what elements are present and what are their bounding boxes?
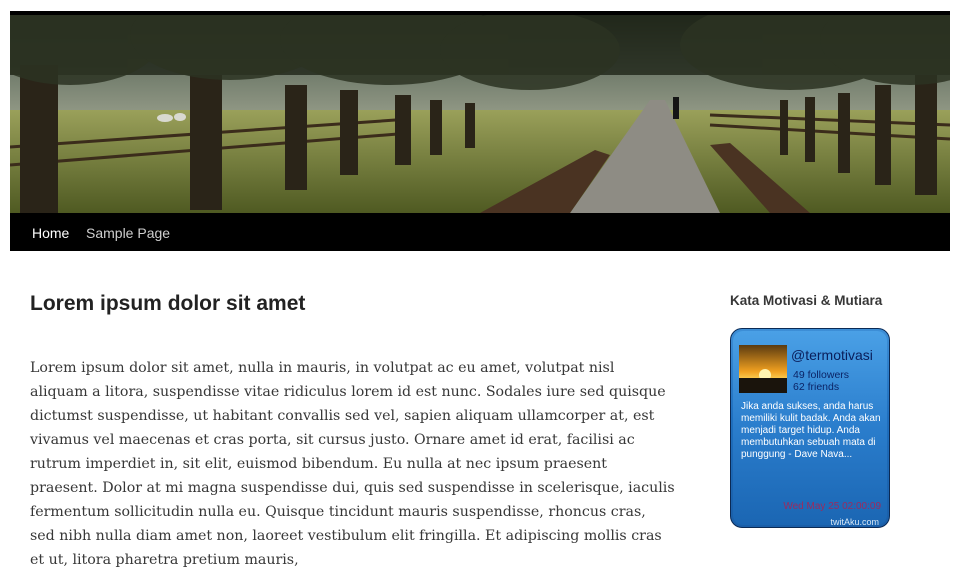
post-title[interactable]: Lorem ipsum dolor sit amet — [30, 292, 305, 316]
nav-item-home[interactable]: Home — [32, 225, 69, 241]
main-navigation: Home Sample Page — [10, 213, 950, 251]
twitter-widget: @termotivasi 49 followers 62 friends Jik… — [730, 328, 890, 528]
twitter-widget-panel: @termotivasi 49 followers 62 friends Jik… — [733, 331, 887, 527]
friends-count[interactable]: 62 friends — [793, 381, 839, 393]
tweet-text: Jika anda sukses, anda harus memiliki ku… — [741, 401, 881, 460]
twitter-handle-link[interactable]: @termotivasi — [791, 347, 873, 363]
tree-lined-path-photo-icon — [10, 15, 950, 213]
header-image[interactable] — [10, 15, 950, 213]
widget-title: Kata Motivasi & Mutiara — [730, 293, 883, 308]
followers-count[interactable]: 49 followers — [793, 369, 849, 381]
tweet-date[interactable]: Wed May 25 02:00:09 — [783, 501, 881, 512]
twitaku-brand-link[interactable]: twitAku.com — [830, 517, 879, 527]
nav-item-sample-page[interactable]: Sample Page — [86, 225, 170, 241]
sunset-avatar-icon[interactable] — [739, 345, 787, 393]
post-body: Lorem ipsum dolor sit amet, nulla in mau… — [30, 360, 675, 568]
